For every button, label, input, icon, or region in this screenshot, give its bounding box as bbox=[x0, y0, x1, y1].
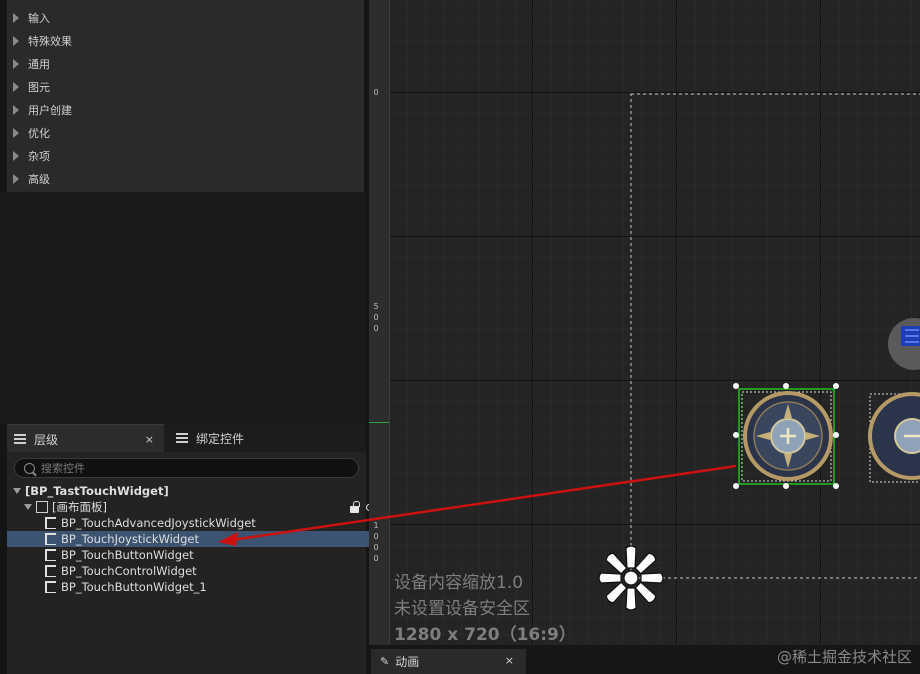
list-icon bbox=[176, 433, 188, 443]
expand-arrow-icon bbox=[13, 36, 19, 46]
tree-root-item[interactable]: [BP_TastTouchWidget] bbox=[7, 483, 372, 499]
palette-category-advanced[interactable]: 高级 bbox=[7, 168, 364, 190]
hierarchy-tab-bar: 层级 × 绑定控件 bbox=[7, 424, 366, 453]
expand-arrow-icon bbox=[13, 82, 19, 92]
vertical-ruler: 0 5 0 0 1 0 0 0 bbox=[369, 0, 390, 645]
widget-icon bbox=[45, 549, 56, 561]
widget-icon bbox=[45, 565, 56, 577]
tab-hierarchy-label: 层级 bbox=[34, 432, 59, 447]
search-input[interactable]: 搜索控件 bbox=[14, 458, 359, 478]
expand-arrow-icon bbox=[13, 174, 19, 184]
canvas-panel-icon bbox=[36, 501, 48, 513]
ruler-label: 0 bbox=[373, 88, 379, 97]
collapse-arrow-icon[interactable] bbox=[24, 504, 32, 510]
expand-arrow-icon bbox=[13, 13, 19, 23]
lock-icon[interactable] bbox=[350, 500, 360, 513]
widget-icon bbox=[45, 517, 56, 529]
hierarchy-panel: 搜索控件 [BP_TastTouchWidget] [画布面板] BP_Touc… bbox=[7, 452, 404, 674]
palette-category-common[interactable]: 通用 bbox=[7, 53, 364, 75]
palette-category-optimization[interactable]: 优化 bbox=[7, 122, 364, 144]
resolution-text: 1280 x 720（16:9） bbox=[394, 625, 576, 645]
widget-icon bbox=[45, 533, 56, 545]
expand-arrow-icon bbox=[13, 105, 19, 115]
dpi-scale-text: 设备内容缩放1.0 bbox=[394, 573, 524, 593]
palette-category-label: 通用 bbox=[28, 58, 50, 71]
close-icon[interactable]: × bbox=[145, 433, 154, 446]
designer-canvas[interactable]: 0 5 0 0 1 0 0 0 设备内容缩放1.0 未设置设备安全区 1280 … bbox=[369, 0, 920, 645]
palette-category-input[interactable]: 输入 bbox=[7, 7, 364, 29]
pencil-icon: ✎ bbox=[380, 655, 390, 668]
palette-category-special-effects[interactable]: 特殊效果 bbox=[7, 30, 364, 52]
search-placeholder: 搜索控件 bbox=[41, 462, 85, 475]
tab-bind-widgets-label: 绑定控件 bbox=[196, 431, 245, 446]
palette-category-user-created[interactable]: 用户创建 bbox=[7, 99, 364, 121]
tree-canvas-item[interactable]: [画布面板] bbox=[7, 499, 383, 515]
tree-child-label: BP_TouchButtonWidget bbox=[61, 548, 194, 562]
tab-animation[interactable]: ✎ 动画 × bbox=[371, 649, 526, 674]
tree-child-item[interactable]: BP_TouchButtonWidget bbox=[7, 547, 404, 563]
collapse-arrow-icon[interactable] bbox=[13, 488, 21, 494]
expand-arrow-icon bbox=[13, 128, 19, 138]
tree-child-item[interactable]: BP_TouchButtonWidget_1 bbox=[7, 579, 404, 595]
palette-category-label: 用户创建 bbox=[28, 104, 72, 117]
palette-category-label: 图元 bbox=[28, 81, 50, 94]
tree-root-label: [BP_TastTouchWidget] bbox=[25, 484, 169, 498]
expand-arrow-icon bbox=[13, 59, 19, 69]
tree-child-label: BP_TouchJoystickWidget bbox=[61, 532, 199, 546]
canvas-grid bbox=[369, 0, 920, 645]
ruler-label: 5 0 0 bbox=[373, 302, 379, 333]
palette-category-label: 杂项 bbox=[28, 150, 50, 163]
widget-icon bbox=[45, 581, 56, 593]
watermark: @稀土掘金技术社区 bbox=[776, 648, 912, 666]
list-icon bbox=[14, 434, 26, 444]
palette-category-primitive[interactable]: 图元 bbox=[7, 76, 364, 98]
tab-hierarchy[interactable]: 层级 × bbox=[7, 424, 164, 453]
joystick-widget-icon bbox=[743, 391, 833, 481]
tree-child-label: BP_TouchControlWidget bbox=[61, 564, 197, 578]
anchor-icon bbox=[598, 545, 664, 611]
tree-child-item[interactable]: BP_TouchAdvancedJoystickWidget bbox=[7, 515, 404, 531]
tree-child-label: BP_TouchButtonWidget_1 bbox=[61, 580, 207, 594]
palette-category-label: 高级 bbox=[28, 173, 50, 186]
tab-animation-label: 动画 bbox=[395, 655, 420, 669]
close-icon[interactable]: × bbox=[505, 654, 514, 667]
palette-category-label: 优化 bbox=[28, 127, 50, 140]
search-icon bbox=[24, 462, 35, 474]
tree-child-label: BP_TouchAdvancedJoystickWidget bbox=[61, 516, 256, 530]
palette-category-misc[interactable]: 杂项 bbox=[7, 145, 364, 167]
tree-child-item-selected[interactable]: BP_TouchJoystickWidget bbox=[7, 531, 404, 547]
palette-category-label: 输入 bbox=[28, 12, 50, 25]
tree-child-item[interactable]: BP_TouchControlWidget bbox=[7, 563, 404, 579]
tree-canvas-label: [画布面板] bbox=[52, 500, 107, 514]
ruler-label: 1 0 0 0 bbox=[373, 521, 379, 563]
palette-panel: 输入 特殊效果 通用 图元 用户创建 优化 杂项 高级 bbox=[7, 0, 364, 192]
safe-zone-text: 未设置设备安全区 bbox=[394, 599, 530, 619]
expand-arrow-icon bbox=[13, 151, 19, 161]
palette-category-label: 特殊效果 bbox=[28, 35, 72, 48]
tab-bind-widgets[interactable]: 绑定控件 bbox=[169, 424, 359, 452]
panel-spacer bbox=[0, 192, 366, 424]
